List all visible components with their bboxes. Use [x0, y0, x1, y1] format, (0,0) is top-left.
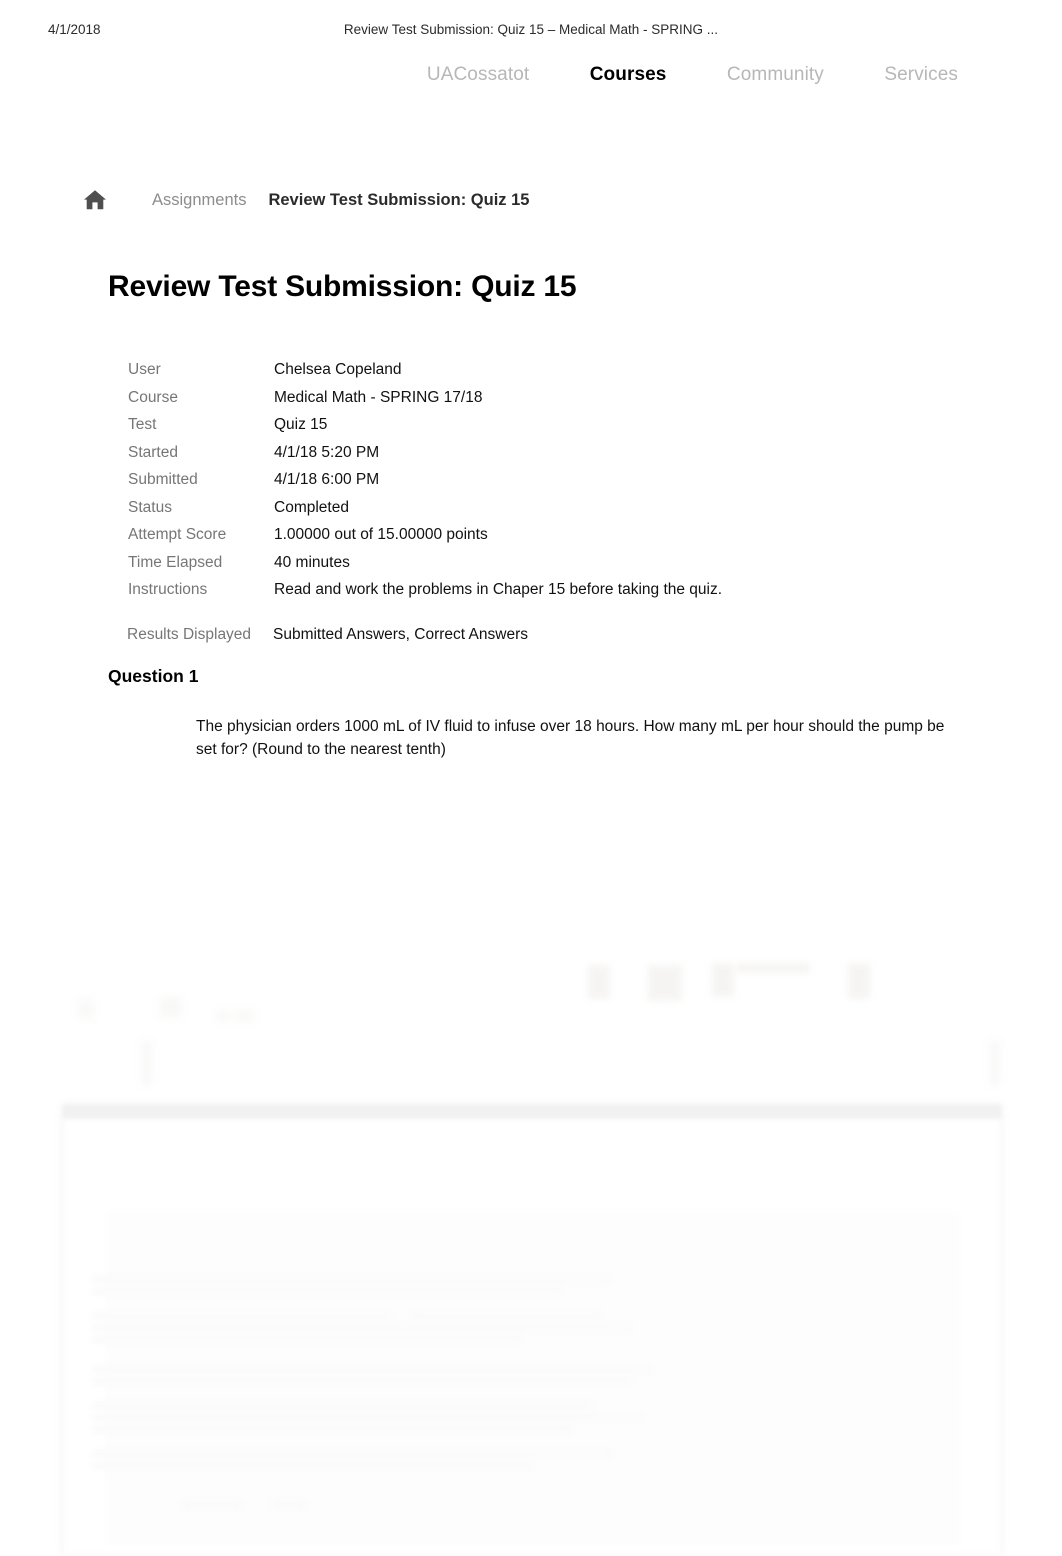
ghost-mark — [990, 1040, 1000, 1086]
ghost-mark — [236, 1010, 254, 1022]
nav-item-courses[interactable]: Courses — [590, 64, 667, 86]
ghost-mark — [78, 1000, 94, 1018]
nav-item-uacossatot[interactable]: UACossatot — [427, 64, 529, 86]
info-label-results-displayed: Results Displayed — [127, 621, 273, 649]
info-row: Time Elapsed 40 minutes — [128, 549, 948, 577]
info-label-instructions: Instructions — [128, 576, 274, 604]
question-heading: Question 1 — [108, 666, 198, 687]
breadcrumb-item-assignments[interactable]: Assignments — [152, 191, 246, 210]
nav-item-services[interactable]: Services — [884, 64, 958, 86]
info-value-course: Medical Math - SPRING 17/18 — [274, 384, 482, 412]
ghost-panel-inner — [107, 1213, 959, 1543]
breadcrumb: Assignments Review Test Submission: Quiz… — [82, 186, 529, 214]
info-label-attempt-score: Attempt Score — [128, 521, 274, 549]
info-value-attempt-score: 1.00000 out of 15.00000 points — [274, 521, 488, 549]
info-value-user: Chelsea Copeland — [274, 356, 402, 384]
info-label-test: Test — [128, 411, 274, 439]
info-label-status: Status — [128, 494, 274, 522]
info-value-results-displayed: Submitted Answers, Correct Answers — [273, 621, 528, 649]
info-label-started: Started — [128, 439, 274, 467]
ghost-mark — [588, 965, 610, 999]
ghost-mark — [648, 965, 682, 1001]
ghost-mark — [736, 963, 810, 973]
info-row: Submitted 4/1/18 6:00 PM — [128, 466, 948, 494]
info-label-user: User — [128, 356, 274, 384]
info-row: Course Medical Math - SPRING 17/18 — [128, 384, 948, 412]
info-value-test: Quiz 15 — [274, 411, 327, 439]
info-row: Status Completed — [128, 494, 948, 522]
breadcrumb-item-current: Review Test Submission: Quiz 15 — [268, 191, 529, 210]
ghost-text-block — [72, 1272, 732, 1512]
info-value-status: Completed — [274, 494, 349, 522]
info-row: Started 4/1/18 5:20 PM — [128, 439, 948, 467]
print-page-title: Review Test Submission: Quiz 15 – Medica… — [0, 22, 1062, 37]
info-value-submitted: 4/1/18 6:00 PM — [274, 466, 379, 494]
ghost-panel-bar — [63, 1105, 1001, 1119]
info-row: Instructions Read and work the problems … — [128, 576, 948, 604]
top-navigation: UACossatot Courses Community Services — [0, 64, 1062, 98]
nav-item-community[interactable]: Community — [727, 64, 824, 86]
info-row: User Chelsea Copeland — [128, 356, 948, 384]
info-value-instructions: Read and work the problems in Chaper 15 … — [274, 576, 722, 604]
info-value-started: 4/1/18 5:20 PM — [274, 439, 379, 467]
ghost-mark — [142, 1040, 152, 1086]
ghost-mark — [712, 963, 734, 997]
ghost-mark — [848, 963, 870, 999]
question-text: The physician orders 1000 mL of IV fluid… — [196, 716, 958, 761]
info-row: Results Displayed Submitted Answers, Cor… — [128, 621, 948, 649]
info-row: Attempt Score 1.00000 out of 15.00000 po… — [128, 521, 948, 549]
info-label-time-elapsed: Time Elapsed — [128, 549, 274, 577]
submission-info-table: User Chelsea Copeland Course Medical Mat… — [128, 356, 948, 648]
page-title: Review Test Submission: Quiz 15 — [108, 270, 576, 304]
info-label-course: Course — [128, 384, 274, 412]
ghost-panel — [62, 1104, 1002, 1556]
info-value-time-elapsed: 40 minutes — [274, 549, 350, 577]
home-icon[interactable] — [82, 187, 108, 213]
info-label-submitted: Submitted — [128, 466, 274, 494]
ghost-mark — [160, 997, 182, 1017]
info-row: Test Quiz 15 — [128, 411, 948, 439]
faded-content-artifacts — [0, 0, 1062, 1553]
print-header: 4/1/2018 Review Test Submission: Quiz 15… — [0, 22, 1062, 44]
ghost-mark — [216, 1010, 230, 1022]
